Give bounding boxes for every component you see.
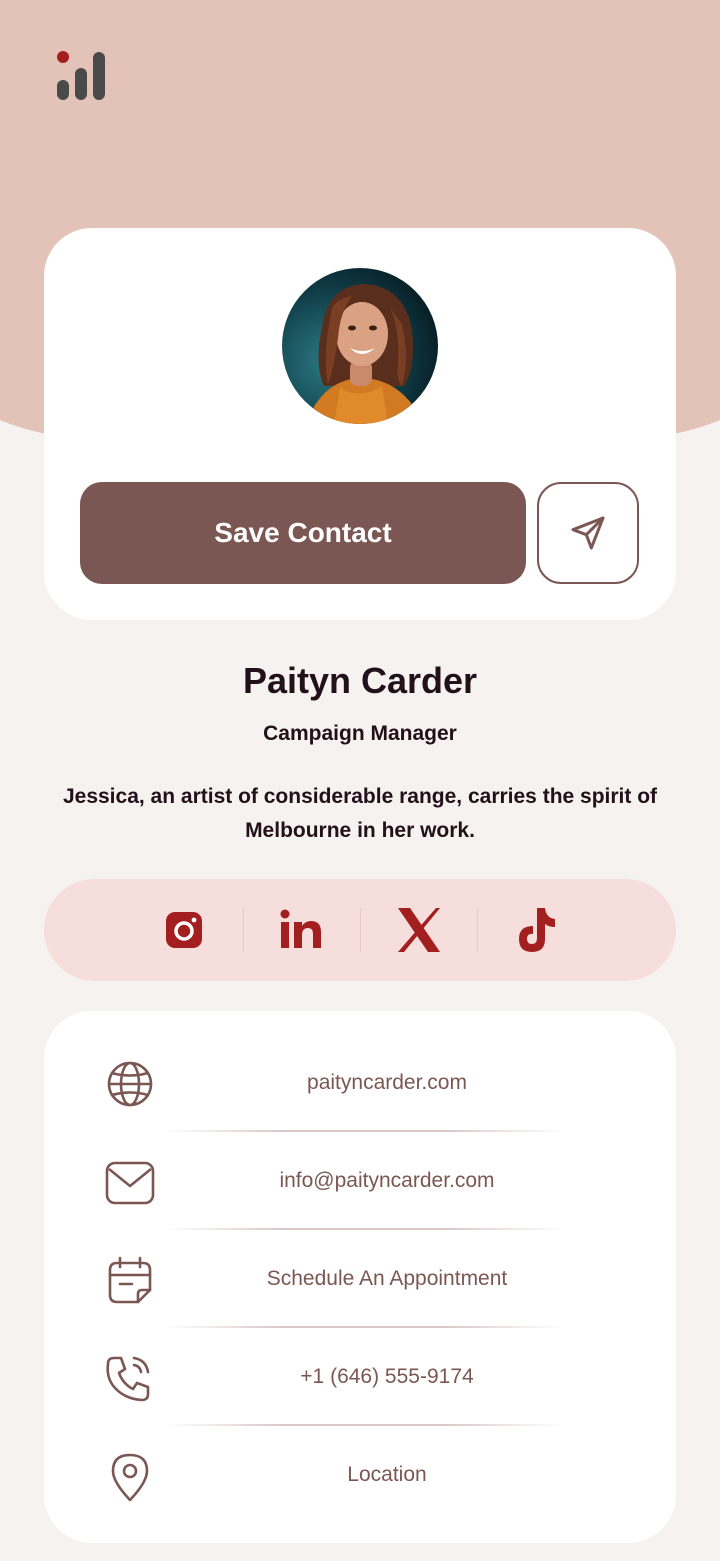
linkedin-link[interactable] [269,898,333,962]
email-link[interactable]: info@paityncarder.com [44,1132,676,1230]
share-button[interactable] [537,482,639,584]
bio-text: Jessica, an artist of considerable range… [62,785,658,842]
schedule-appointment-link[interactable]: Schedule An Appointment [44,1230,676,1328]
email-label: info@paityncarder.com [279,1169,495,1192]
x-twitter-icon [398,908,440,952]
website-link[interactable]: paityncarder.com [44,1034,676,1132]
mail-icon [105,1161,155,1205]
job-title: Campaign Manager [263,722,457,745]
social-divider [360,908,361,952]
social-divider [477,908,478,952]
x-link[interactable] [387,898,451,962]
business-card-page: Save Contact Paityn Carder Campaign Mana… [0,0,720,1561]
social-divider [243,908,244,952]
globe-icon [107,1061,153,1107]
avatar [282,268,438,424]
phone-icon [106,1356,150,1402]
linkedin-icon [280,909,321,948]
location-link[interactable]: Location [44,1426,676,1524]
location-label: Location [347,1463,427,1486]
person-name: Paityn Carder [242,660,478,701]
profile-card: Save Contact [44,228,676,620]
appointment-label: Schedule An Appointment [266,1267,508,1290]
location-pin-icon [111,1453,149,1502]
instagram-link[interactable] [152,898,216,962]
phone-link[interactable]: +1 (646) 555-9174 [44,1328,676,1426]
contact-list-card: paityncarder.com info@paityncarder.com S… [44,1011,676,1543]
website-label: paityncarder.com [307,1071,467,1094]
phone-label: +1 (646) 555-9174 [300,1365,474,1388]
tiktok-link[interactable] [504,898,568,962]
save-contact-button[interactable]: Save Contact [80,482,526,584]
bar-chart-logo-icon [57,51,105,100]
paper-plane-icon [571,516,605,550]
instagram-icon [166,912,202,948]
tiktok-icon [519,908,555,952]
calendar-icon [108,1256,152,1304]
social-links-bar [44,879,676,981]
